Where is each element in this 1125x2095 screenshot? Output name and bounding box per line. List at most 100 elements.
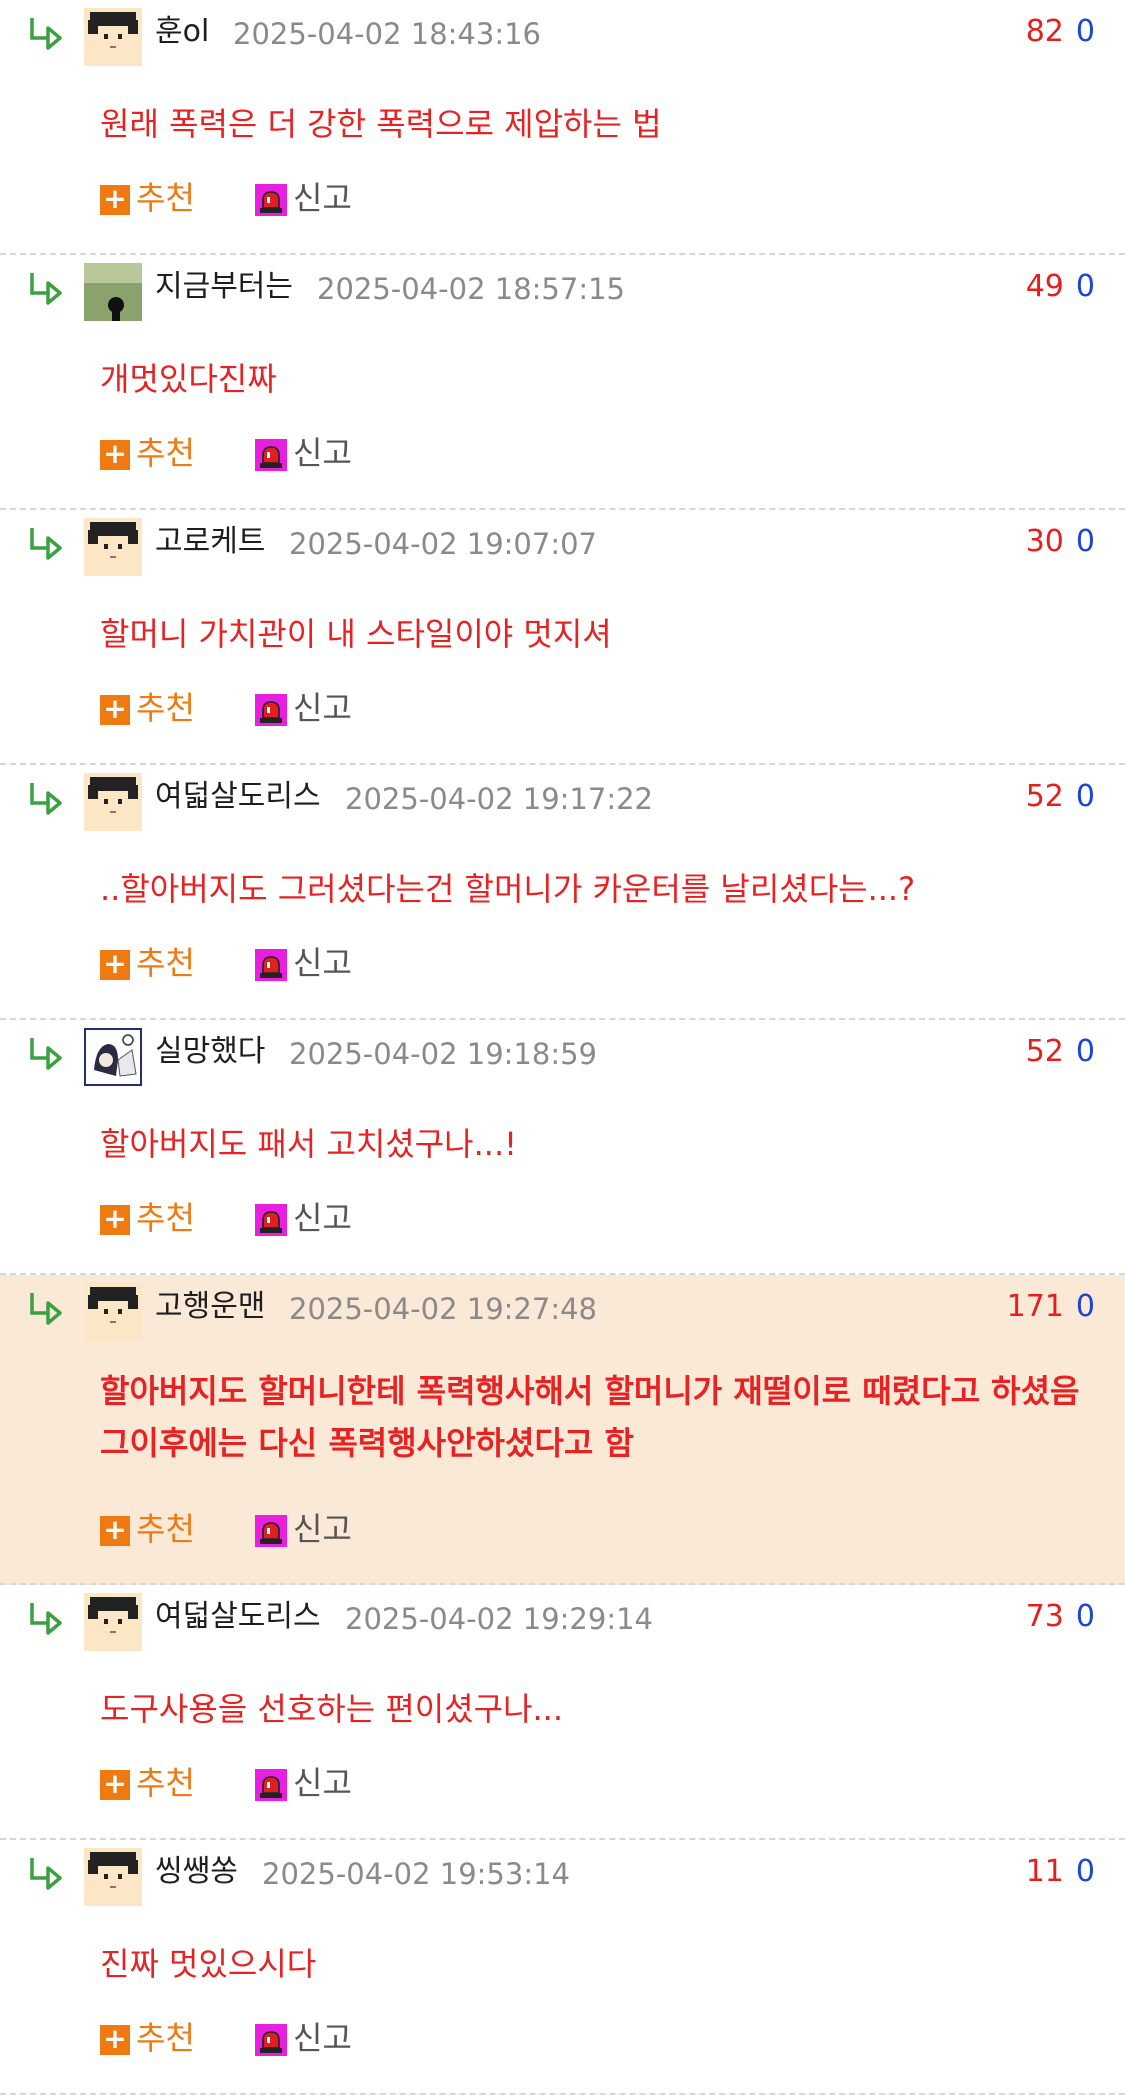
report-button[interactable]: 신고 bbox=[255, 943, 352, 983]
timestamp: 2025-04-02 19:27:48 bbox=[289, 1292, 597, 1326]
siren-icon bbox=[255, 694, 287, 726]
comment-text: 할머니 가치관이 내 스타일이야 멋지셔 bbox=[100, 615, 612, 653]
comment-row: 여덟살도리스 2025-04-02 19:29:14 73 0 도구사용을 선호하는 편… bbox=[0, 1585, 1125, 1840]
downvote-count: 0 bbox=[1075, 1854, 1095, 1889]
comment-text: ..할아버지도 그러셨다는건 할머니가 카운터를 날리셨다는...? bbox=[100, 870, 916, 908]
comment-row: 훈ol 2025-04-02 18:43:16 82 0 원래 폭력은 더 강한 폭력으… bbox=[0, 0, 1125, 255]
report-button[interactable]: 신고 bbox=[255, 2018, 352, 2058]
plus-icon: + bbox=[100, 1516, 130, 1546]
recommend-label: 추천 bbox=[136, 434, 195, 472]
comment-text: 개멋있다진짜 bbox=[100, 360, 277, 398]
nickname[interactable]: 지금부터는 bbox=[155, 267, 293, 307]
avatar[interactable] bbox=[84, 1848, 142, 1906]
recommend-button[interactable]: + 추천 bbox=[100, 433, 195, 473]
report-label: 신고 bbox=[293, 944, 352, 982]
comment-row: 여덟살도리스 2025-04-02 19:17:22 52 0 ..할아버지도 그러셨다… bbox=[0, 765, 1125, 1020]
reply-arrow-icon bbox=[26, 524, 66, 560]
reply-arrow-icon bbox=[26, 14, 66, 50]
plus-icon: + bbox=[100, 2025, 130, 2055]
vote-counts: 82 0 bbox=[1026, 12, 1095, 52]
recommend-label: 추천 bbox=[136, 944, 195, 982]
report-button[interactable]: 신고 bbox=[255, 178, 352, 218]
vote-counts: 52 0 bbox=[1026, 777, 1095, 817]
vote-counts: 11 0 bbox=[1026, 1852, 1095, 1892]
recommend-button[interactable]: + 추천 bbox=[100, 178, 195, 218]
reply-arrow-icon bbox=[26, 779, 66, 815]
nickname[interactable]: 훈ol bbox=[155, 12, 209, 52]
downvote-count: 0 bbox=[1075, 1034, 1095, 1069]
recommend-label: 추천 bbox=[136, 2019, 195, 2057]
comment-row: 고행운맨 2025-04-02 19:27:48 171 0 할아버지도 할머니한테 폭… bbox=[0, 1275, 1125, 1585]
avatar[interactable] bbox=[84, 1593, 142, 1651]
recommend-button[interactable]: + 추천 bbox=[100, 2018, 195, 2058]
timestamp: 2025-04-02 19:18:59 bbox=[289, 1037, 597, 1071]
report-label: 신고 bbox=[293, 1510, 352, 1548]
report-label: 신고 bbox=[293, 434, 352, 472]
reply-arrow-icon bbox=[26, 1854, 66, 1890]
vote-counts: 30 0 bbox=[1026, 522, 1095, 562]
report-button[interactable]: 신고 bbox=[255, 1198, 352, 1238]
upvote-count: 11 bbox=[1025, 1854, 1064, 1889]
avatar[interactable] bbox=[84, 518, 142, 576]
nickname[interactable]: 씽쌩쏭 bbox=[155, 1852, 238, 1892]
recommend-button[interactable]: + 추천 bbox=[100, 943, 195, 983]
reply-arrow-icon bbox=[26, 1599, 66, 1635]
nickname[interactable]: 고행운맨 bbox=[155, 1287, 265, 1327]
comment-text: 진짜 멋있으시다 bbox=[100, 1945, 317, 1983]
recommend-button[interactable]: + 추천 bbox=[100, 1198, 195, 1238]
avatar[interactable] bbox=[84, 1028, 142, 1086]
report-button[interactable]: 신고 bbox=[255, 433, 352, 473]
downvote-count: 0 bbox=[1075, 1599, 1095, 1634]
upvote-count: 171 bbox=[1006, 1289, 1064, 1324]
recommend-label: 추천 bbox=[136, 1764, 195, 1802]
report-label: 신고 bbox=[293, 1199, 352, 1237]
downvote-count: 0 bbox=[1075, 524, 1095, 559]
siren-icon bbox=[255, 1769, 287, 1801]
plus-icon: + bbox=[100, 950, 130, 980]
avatar[interactable] bbox=[84, 263, 142, 321]
timestamp: 2025-04-02 19:29:14 bbox=[345, 1602, 653, 1636]
comment-text: 할아버지도 패서 고치셨구나...! bbox=[100, 1125, 517, 1163]
report-label: 신고 bbox=[293, 179, 352, 217]
plus-icon: + bbox=[100, 1205, 130, 1235]
report-button[interactable]: 신고 bbox=[255, 1763, 352, 1803]
nickname[interactable]: 여덟살도리스 bbox=[155, 777, 321, 817]
comment-row: 씽쌩쏭 2025-04-02 19:53:14 11 0 진짜 멋있으시다 + 추천 신고 bbox=[0, 1840, 1125, 2095]
recommend-button[interactable]: + 추천 bbox=[100, 688, 195, 728]
nickname[interactable]: 고로케트 bbox=[155, 522, 265, 562]
siren-icon bbox=[255, 1515, 287, 1547]
downvote-count: 0 bbox=[1075, 779, 1095, 814]
report-button[interactable]: 신고 bbox=[255, 688, 352, 728]
siren-icon bbox=[255, 2024, 287, 2056]
recommend-label: 추천 bbox=[136, 1199, 195, 1237]
report-label: 신고 bbox=[293, 1764, 352, 1802]
plus-icon: + bbox=[100, 185, 130, 215]
avatar[interactable] bbox=[84, 773, 142, 831]
vote-counts: 49 0 bbox=[1026, 267, 1095, 307]
comment-row: 실망했다 2025-04-02 19:18:59 52 0 할아버지도 패서 고치셨구나… bbox=[0, 1020, 1125, 1275]
plus-icon: + bbox=[100, 440, 130, 470]
upvote-count: 82 bbox=[1025, 14, 1064, 49]
recommend-label: 추천 bbox=[136, 689, 195, 727]
upvote-count: 52 bbox=[1025, 1034, 1064, 1069]
reply-arrow-icon bbox=[26, 1034, 66, 1070]
downvote-count: 0 bbox=[1075, 269, 1095, 304]
reply-arrow-icon bbox=[26, 1289, 66, 1325]
recommend-button[interactable]: + 추천 bbox=[100, 1763, 195, 1803]
downvote-count: 0 bbox=[1075, 14, 1095, 49]
recommend-button[interactable]: + 추천 bbox=[100, 1509, 195, 1549]
upvote-count: 49 bbox=[1025, 269, 1064, 304]
nickname[interactable]: 여덟살도리스 bbox=[155, 1597, 321, 1637]
vote-counts: 52 0 bbox=[1026, 1032, 1095, 1072]
timestamp: 2025-04-02 19:07:07 bbox=[289, 527, 597, 561]
recommend-label: 추천 bbox=[136, 179, 195, 217]
avatar[interactable] bbox=[84, 8, 142, 66]
report-label: 신고 bbox=[293, 689, 352, 727]
report-label: 신고 bbox=[293, 2019, 352, 2057]
nickname[interactable]: 실망했다 bbox=[155, 1032, 265, 1072]
upvote-count: 73 bbox=[1025, 1599, 1064, 1634]
report-button[interactable]: 신고 bbox=[255, 1509, 352, 1549]
comment-row: 지금부터는 2025-04-02 18:57:15 49 0 개멋있다진짜 + 추천 신고 bbox=[0, 255, 1125, 510]
avatar[interactable] bbox=[84, 1283, 142, 1341]
comment-text: 원래 폭력은 더 강한 폭력으로 제압하는 법 bbox=[100, 105, 662, 143]
